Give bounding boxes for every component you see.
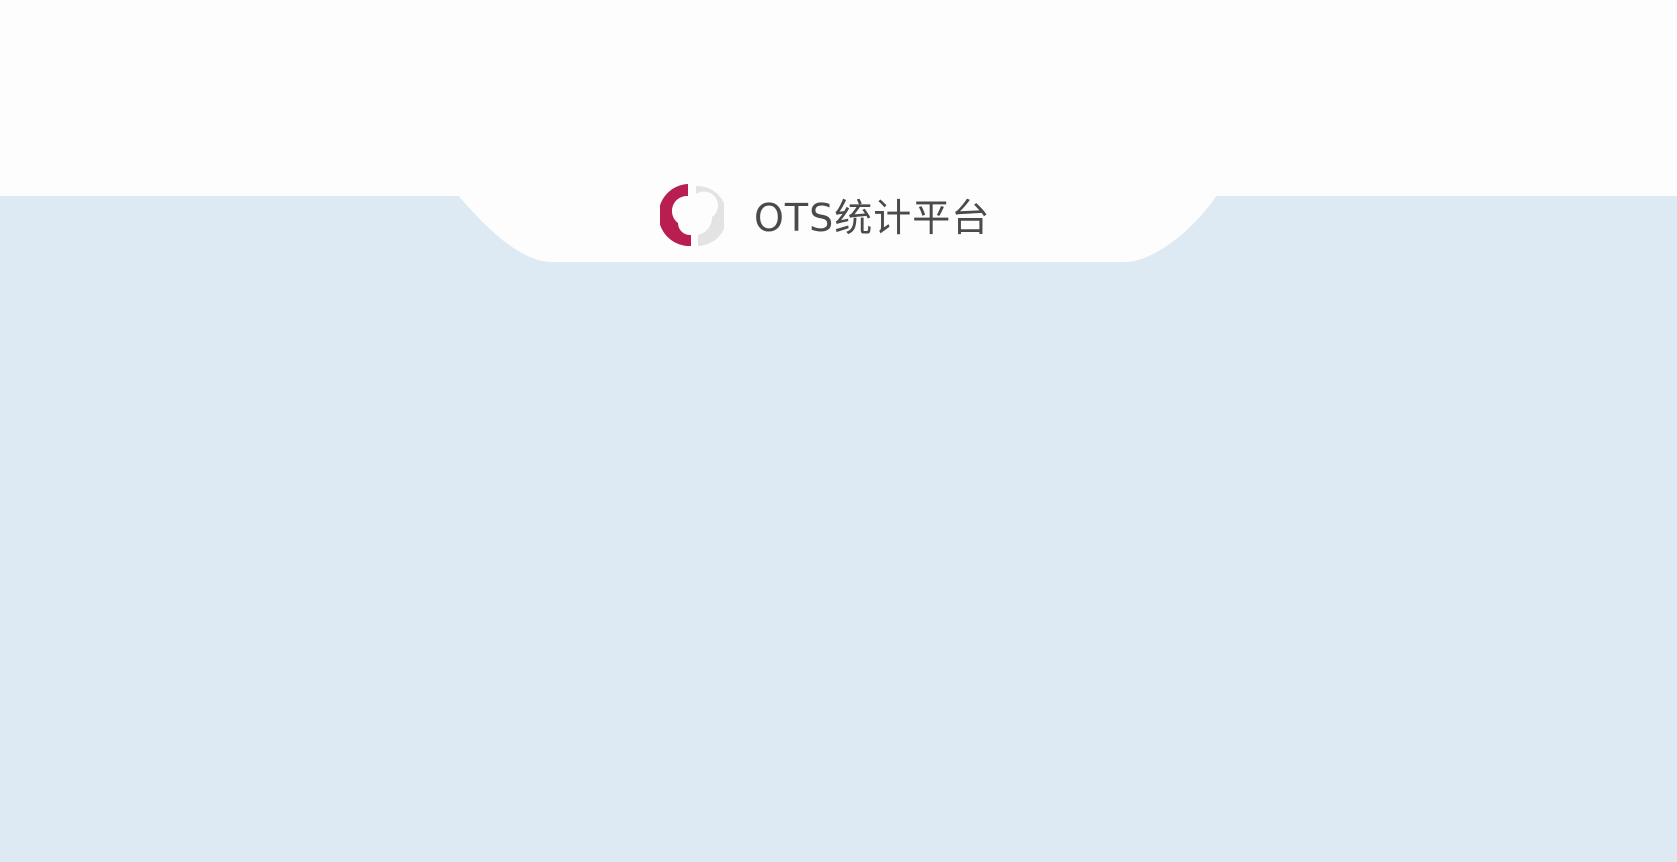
brand: OTS统计平台 bbox=[660, 182, 990, 247]
brand-logo-icon bbox=[660, 183, 724, 246]
login-page: OTS统计平台 bbox=[0, 0, 1677, 862]
main-content-area bbox=[0, 265, 1677, 862]
platform-title: OTS统计平台 bbox=[754, 196, 991, 240]
